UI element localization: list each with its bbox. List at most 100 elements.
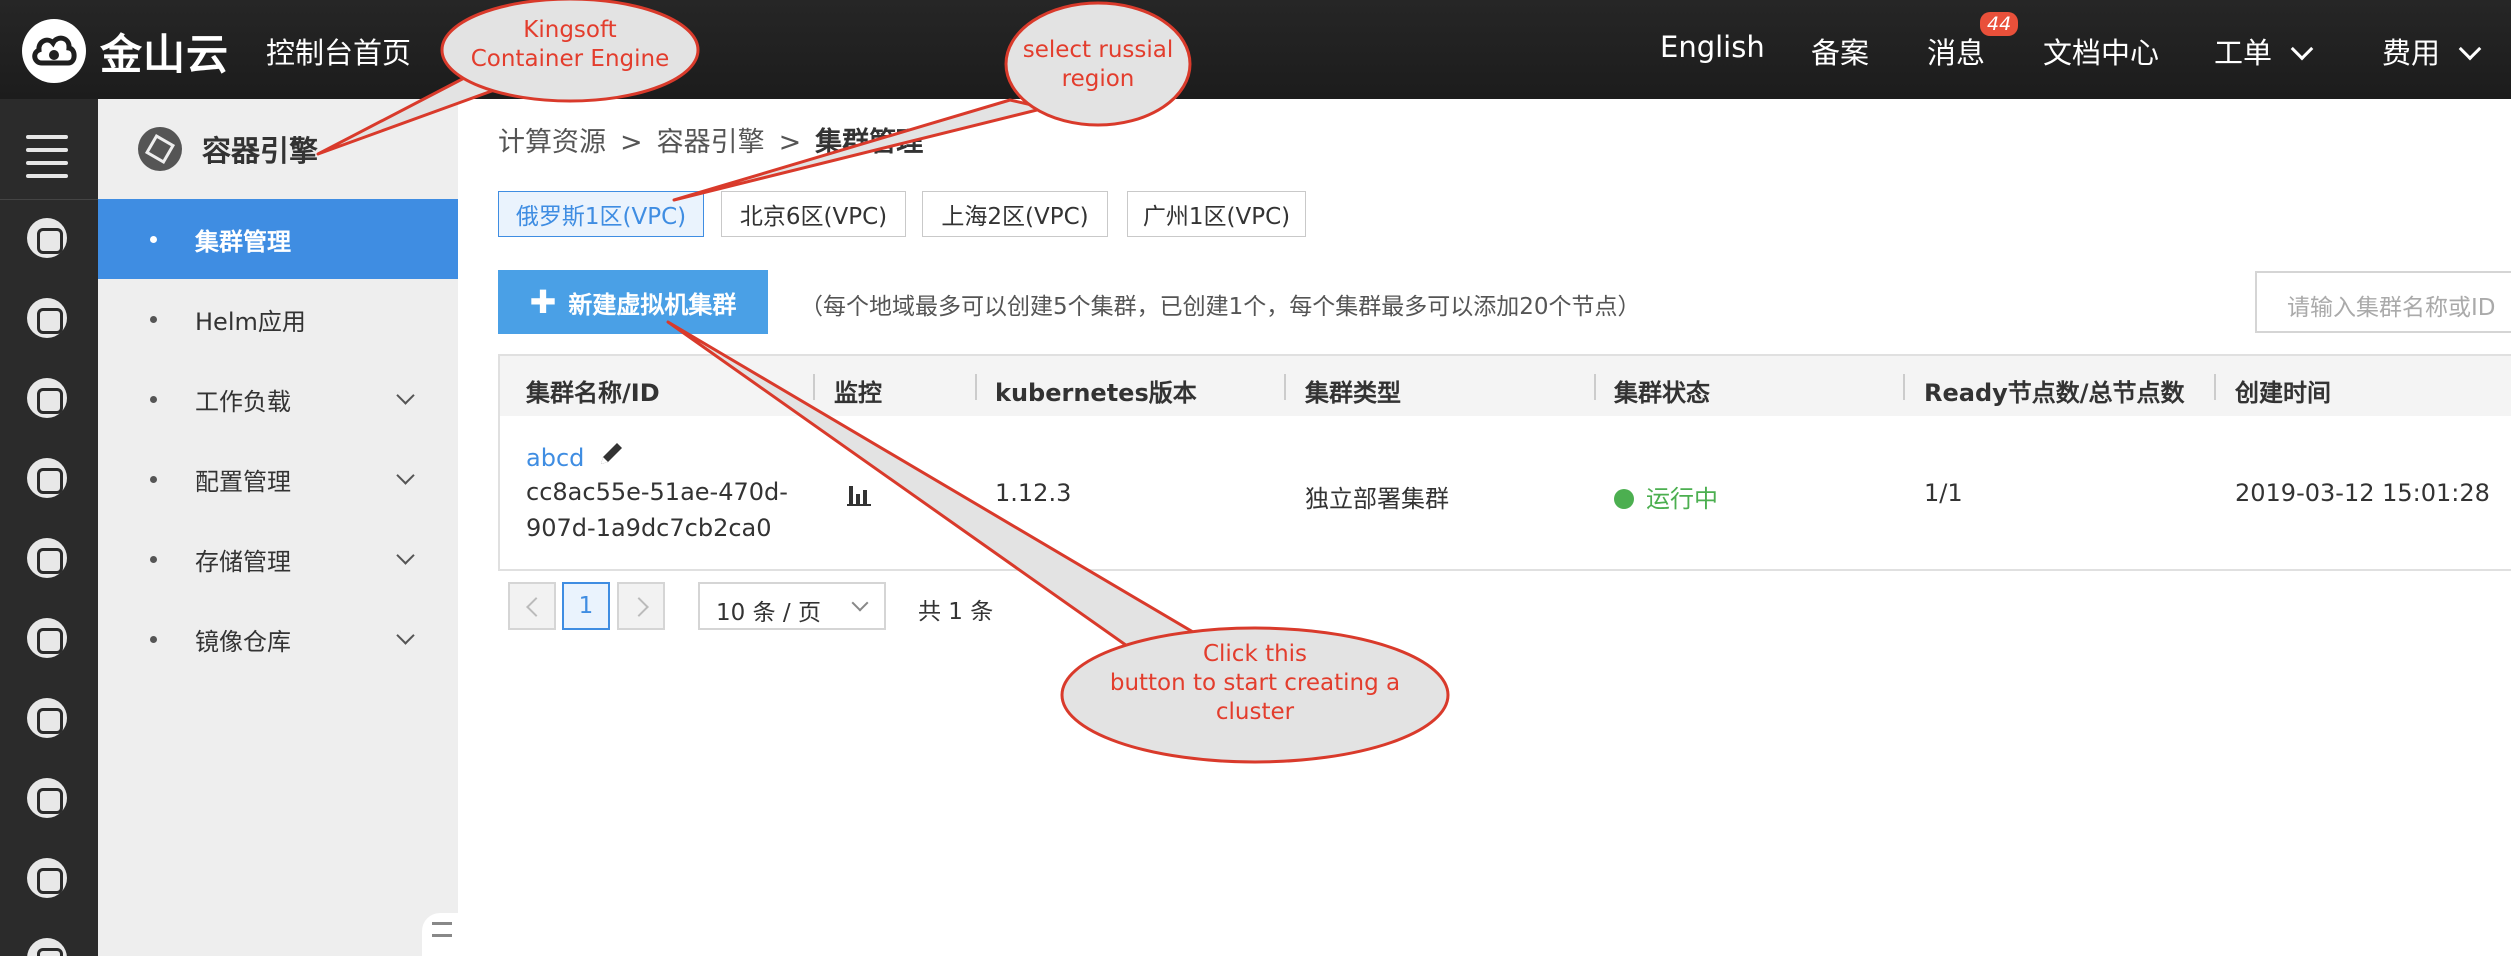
network-wave-icon[interactable]: [27, 458, 67, 498]
callout-text-create: Click this button to start creating a cl…: [1062, 640, 1448, 727]
breadcrumb-compute[interactable]: 计算资源: [498, 127, 606, 158]
messages-count-badge: 44: [1980, 12, 2019, 36]
bar-chart-icon[interactable]: [847, 482, 873, 512]
bullet-icon: [150, 555, 157, 563]
cluster-name-link[interactable]: abcd: [526, 444, 584, 472]
callout-line: Kingsoft: [523, 17, 617, 43]
create-vm-cluster-button[interactable]: ✚ 新建虚拟机集群: [498, 270, 768, 334]
prev-page-button[interactable]: [508, 582, 556, 630]
sidebar-item-image-registry[interactable]: 镜像仓库: [98, 599, 458, 679]
column-header-status: 集群状态: [1614, 379, 1710, 407]
bullet-icon: [150, 635, 157, 643]
cluster-table: 集群名称/ID 监控 kubernetes版本 集群类型 集群状态 Ready节…: [498, 354, 2511, 571]
breadcrumb-separator: >: [620, 127, 643, 158]
chevron-down-icon: [2290, 37, 2314, 61]
callout-text-region: select russial region: [1006, 36, 1190, 94]
pencil-icon[interactable]: [597, 438, 627, 474]
page-number-button[interactable]: 1: [562, 582, 610, 630]
chevron-down-icon: [2458, 37, 2482, 61]
column-header-monitor: 监控: [834, 379, 882, 407]
filing-link[interactable]: 备案: [1811, 30, 1869, 72]
column-divider: [813, 374, 815, 400]
monitor-icon[interactable]: [27, 618, 67, 658]
more-service-icon[interactable]: [27, 938, 67, 956]
column-divider: [2214, 374, 2216, 400]
callout-line: Container Engine: [470, 46, 670, 72]
sidebar-item-label: 镜像仓库: [195, 627, 291, 656]
sidebar-item-label: 配置管理: [195, 467, 291, 496]
plus-icon: ✚: [529, 283, 557, 321]
sidebar-item-label: 集群管理: [195, 227, 291, 256]
column-header-created: 创建时间: [2235, 379, 2331, 407]
english-link[interactable]: English: [1660, 30, 1765, 64]
sidebar-item-workloads[interactable]: 工作负载: [98, 359, 458, 439]
column-header-type: 集群类型: [1305, 379, 1401, 407]
breadcrumb-separator: >: [778, 127, 802, 158]
bullet-icon: [150, 395, 157, 403]
storage-icon[interactable]: [27, 538, 67, 578]
chevron-down-icon: [396, 546, 415, 565]
sidebar-item-label: 存储管理: [195, 547, 291, 576]
cluster-status-cell: 运行中: [1614, 479, 1718, 514]
chevron-down-icon: [396, 386, 415, 405]
column-header-name: 集群名称/ID: [526, 379, 660, 407]
hamburger-menu-icon[interactable]: [26, 135, 68, 187]
sidebar-title: 容器引擎: [202, 134, 319, 168]
messages-link[interactable]: 消息: [1927, 30, 1985, 72]
page-size-label: 10 条 / 页: [716, 600, 821, 626]
cloud-server-icon[interactable]: [27, 218, 67, 258]
column-header-k8s-version: kubernetes版本: [995, 379, 1197, 407]
collapse-sidebar-icon[interactable]: [422, 913, 458, 956]
sidebar-item-storage[interactable]: 存储管理: [98, 519, 458, 599]
region-tab-guangzhou-1[interactable]: 广州1区(VPC): [1127, 191, 1306, 237]
breadcrumb: 计算资源 > 容器引擎 > 集群管理: [498, 120, 923, 159]
page-size-select[interactable]: 10 条 / 页: [698, 582, 886, 630]
region-tab-beijing-6[interactable]: 北京6区(VPC): [721, 191, 906, 237]
next-page-button[interactable]: [617, 582, 665, 630]
total-count: 共 1 条: [918, 599, 994, 625]
column-divider: [1594, 374, 1596, 400]
rail-divider: [0, 199, 98, 200]
product-icon-rail: [0, 99, 98, 956]
sidebar-item-label: Helm应用: [195, 307, 306, 336]
cloud-logo-icon: [22, 19, 86, 83]
callout-line: cluster: [1215, 699, 1295, 725]
chevron-down-icon: [851, 594, 869, 612]
globe-icon[interactable]: [27, 778, 67, 818]
tickets-label: 工单: [2214, 36, 2273, 70]
sidebar-item-label: 工作负载: [195, 387, 291, 416]
column-divider: [975, 374, 977, 400]
database-icon[interactable]: [27, 378, 67, 418]
security-shield-icon[interactable]: [27, 298, 67, 338]
column-divider: [1284, 374, 1286, 400]
create-button-label: 新建虚拟机集群: [568, 290, 737, 319]
column-header-nodes: Ready节点数/总节点数: [1924, 379, 2185, 407]
document-icon[interactable]: [27, 698, 67, 738]
callout-text-engine: Kingsoft Container Engine: [442, 16, 698, 74]
column-divider: [1903, 374, 1905, 400]
sidebar-item-helm-apps[interactable]: Helm应用: [98, 279, 458, 359]
docs-center-link[interactable]: 文档中心: [2043, 30, 2159, 72]
billing-label: 费用: [2382, 36, 2441, 70]
callout-line: button to start creating a: [1109, 670, 1401, 696]
cluster-search-input[interactable]: 请输入集群名称或ID: [2255, 271, 2511, 333]
region-tab-russia-1[interactable]: 俄罗斯1区(VPC): [498, 191, 704, 237]
brand-logo[interactable]: 金山云: [22, 19, 229, 83]
bullet-icon: [150, 315, 157, 323]
created-time-cell: 2019-03-12 15:01:28: [2235, 479, 2490, 507]
sidebar-item-cluster-management[interactable]: 集群管理: [98, 199, 458, 279]
k8s-version-cell: 1.12.3: [995, 479, 1072, 507]
tickets-menu[interactable]: 工单: [2214, 30, 2314, 72]
callout-line: region: [1061, 66, 1135, 92]
breadcrumb-container-engine[interactable]: 容器引擎: [657, 127, 765, 158]
container-box-icon[interactable]: [27, 858, 67, 898]
top-bar: 金山云 控制台首页 English 备案 消息 44 文档中心 工单 费用: [0, 0, 2511, 99]
region-tab-shanghai-2[interactable]: 上海2区(VPC): [922, 191, 1108, 237]
sidebar-item-config[interactable]: 配置管理: [98, 439, 458, 519]
cluster-id-line-2: 907d-1a9dc7cb2ca0: [526, 514, 772, 542]
billing-menu[interactable]: 费用: [2382, 30, 2482, 72]
console-home-link[interactable]: 控制台首页: [266, 30, 411, 72]
cluster-id-line-1: cc8ac55e-51ae-470d-: [526, 478, 788, 506]
service-sidebar: 容器引擎 集群管理 Helm应用 工作负载 配置管理 存储管理 镜像仓库: [98, 99, 458, 956]
callout-line: select russial: [1022, 37, 1174, 63]
